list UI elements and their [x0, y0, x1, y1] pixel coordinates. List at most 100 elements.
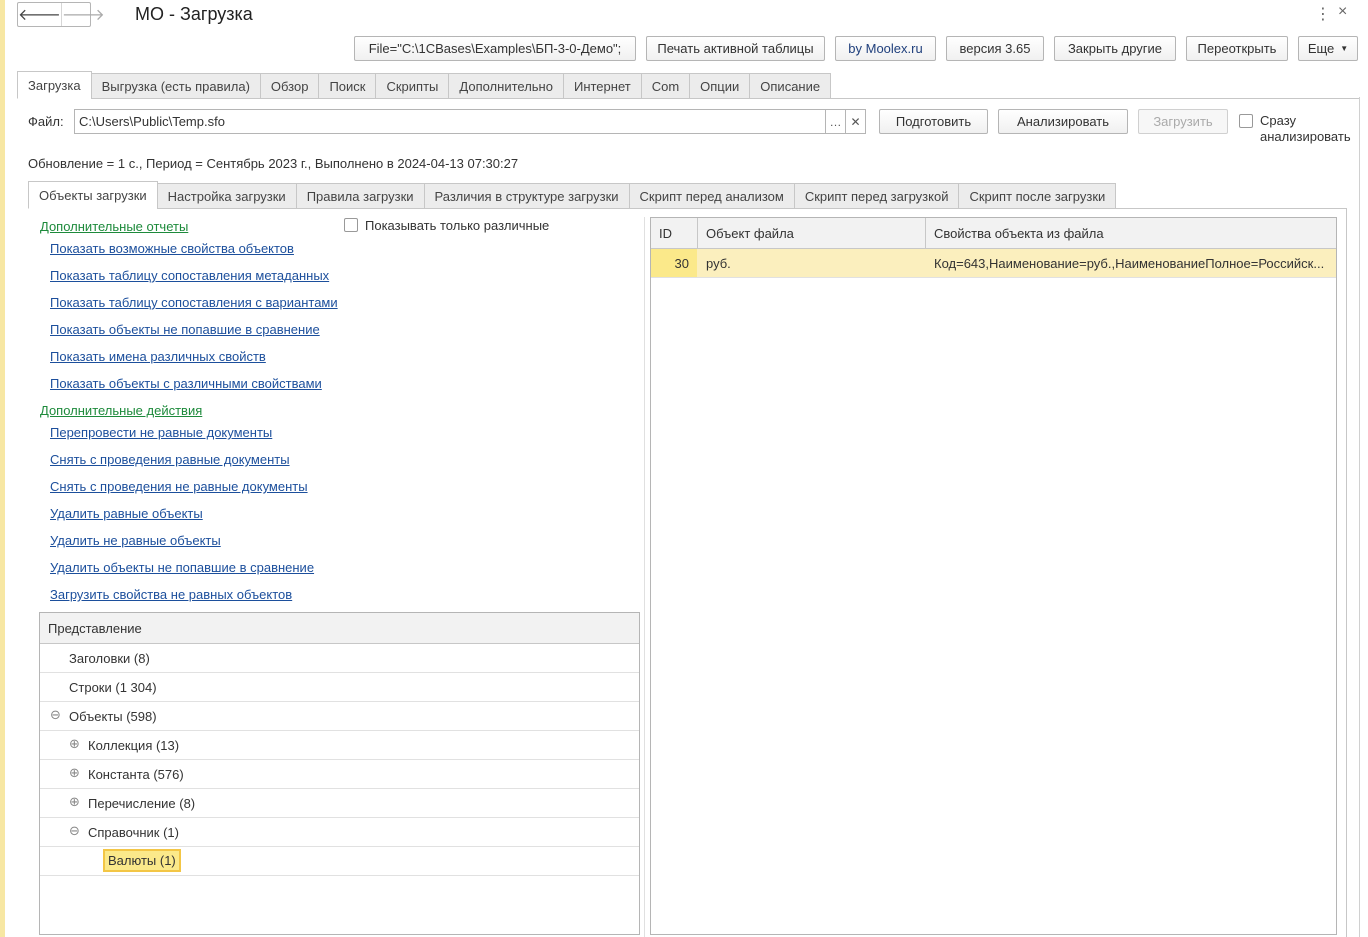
browse-ellipsis-icon[interactable]: … — [825, 109, 846, 134]
col-divider — [925, 218, 926, 248]
subtab-script-before-load[interactable]: Скрипт перед загрузкой — [794, 183, 960, 209]
sub-panel-right-border — [1346, 208, 1347, 937]
tab-overview[interactable]: Обзор — [260, 73, 320, 99]
load-button[interactable]: Загрузить — [1138, 109, 1228, 134]
connection-string-button[interactable]: File="C:\1CBases\Examples\БП-3-0-Демо"; — [354, 36, 636, 61]
report-link-diff-property-names[interactable]: Показать имена различных свойств — [50, 349, 266, 364]
tree-row-selected[interactable]: Валюты (1) — [40, 847, 639, 876]
subtab-script-after-load[interactable]: Скрипт после загрузки — [959, 183, 1117, 209]
action-link-delete-equal[interactable]: Удалить равные объекты — [50, 506, 203, 521]
expand-icon[interactable]: ⊕ — [69, 736, 80, 752]
nav-buttons: 🡐 🡒 — [17, 2, 105, 27]
subtab-structure-diff[interactable]: Различия в структуре загрузки — [424, 183, 630, 209]
report-link-mapping-variants[interactable]: Показать таблицу сопоставления с вариант… — [50, 295, 338, 310]
clear-field-icon[interactable]: ✕ — [845, 109, 866, 134]
tab-additional[interactable]: Дополнительно — [449, 73, 564, 99]
col-header-file-props[interactable]: Свойства объекта из файла — [934, 226, 1104, 241]
forward-arrow-icon[interactable]: 🡒 — [62, 3, 105, 26]
tab-description[interactable]: Описание — [750, 73, 832, 99]
subtab-load-rules[interactable]: Правила загрузки — [296, 183, 425, 209]
main-tabs-underline — [91, 98, 1359, 99]
tree-row[interactable]: ⊕ Константа (576) — [40, 760, 639, 789]
auto-analyze-label-line1: Сразу — [1260, 113, 1297, 128]
status-line: Обновление = 1 с., Период = Сентябрь 202… — [28, 156, 519, 171]
show-diff-only-checkbox[interactable] — [344, 218, 358, 232]
more-vertical-icon[interactable]: ⋮ — [1315, 4, 1331, 24]
print-active-table-button[interactable]: Печать активной таблицы — [646, 36, 825, 61]
back-arrow-icon[interactable]: 🡐 — [18, 3, 62, 26]
tab-scripts[interactable]: Скрипты — [376, 73, 450, 99]
col-divider — [697, 218, 698, 248]
expand-icon[interactable]: ⊕ — [69, 794, 80, 810]
action-link-unpost-unequal[interactable]: Снять с проведения не равные документы — [50, 479, 308, 494]
tab-export[interactable]: Выгрузка (есть правила) — [91, 73, 261, 99]
action-link-delete-unequal[interactable]: Удалить не равные объекты — [50, 533, 221, 548]
tab-options[interactable]: Опции — [690, 73, 751, 99]
expand-icon[interactable]: ⊕ — [69, 765, 80, 781]
sub-tabs-underline — [157, 208, 1347, 209]
action-link-repost-unequal[interactable]: Перепровести не равные документы — [50, 425, 272, 440]
dropdown-arrow-icon: ▼ — [1340, 44, 1349, 53]
version-button[interactable]: версия 3.65 — [946, 36, 1044, 61]
tab-internet[interactable]: Интернет — [563, 73, 642, 99]
auto-analyze-label: Сразу анализировать — [1260, 113, 1351, 145]
additional-reports-header[interactable]: Дополнительные отчеты — [40, 219, 188, 234]
subtab-load-settings[interactable]: Настройка загрузки — [157, 183, 297, 209]
tree-row-label: Константа (576) — [88, 767, 184, 782]
subtab-load-objects[interactable]: Объекты загрузки — [28, 181, 158, 209]
tree-row-label: Заголовки (8) — [69, 651, 150, 666]
auto-analyze-label-line2: анализировать — [1260, 129, 1351, 144]
tree-row-label: Валюты (1) — [103, 849, 181, 872]
action-link-load-unequal-props[interactable]: Загрузить свойства не равных объектов — [50, 587, 292, 602]
tree-header-label: Представление — [48, 621, 142, 636]
report-link-not-compared[interactable]: Показать объекты не попавшие в сравнение — [50, 322, 320, 337]
subtab-script-before-analysis[interactable]: Скрипт перед анализом — [629, 183, 795, 209]
cell-id: 30 — [674, 256, 689, 271]
main-tabs: Загрузка Выгрузка (есть правила) Обзор П… — [17, 71, 832, 99]
tab-load[interactable]: Загрузка — [17, 71, 92, 99]
tree-row-label: Строки (1 304) — [69, 680, 157, 695]
more-button-label: Еще — [1307, 41, 1335, 56]
action-link-delete-not-compared[interactable]: Удалить объекты не попавшие в сравнение — [50, 560, 314, 575]
more-button[interactable]: Еще ▼ — [1298, 36, 1358, 61]
close-icon[interactable]: × — [1338, 3, 1347, 21]
left-accent-stripe — [0, 0, 5, 937]
prepare-button[interactable]: Подготовить — [879, 109, 988, 134]
report-link-metadata-mapping[interactable]: Показать таблицу сопоставления метаданны… — [50, 268, 329, 283]
objects-grid: ID Объект файла Свойства объекта из файл… — [650, 217, 1337, 935]
file-path-input[interactable]: C:\Users\Public\Temp.sfo — [74, 109, 826, 134]
close-others-button[interactable]: Закрыть другие — [1054, 36, 1176, 61]
collapse-icon[interactable]: ⊖ — [50, 707, 61, 723]
tab-search[interactable]: Поиск — [319, 73, 377, 99]
action-link-unpost-equal[interactable]: Снять с проведения равные документы — [50, 452, 290, 467]
tree-row[interactable]: ⊖ Объекты (598) — [40, 702, 639, 731]
show-diff-only-label: Показывать только различные — [365, 218, 550, 233]
tree-row-label: Справочник (1) — [88, 825, 179, 840]
tree-row[interactable]: ⊖ Справочник (1) — [40, 818, 639, 847]
col-header-id[interactable]: ID — [659, 226, 672, 241]
report-link-possible-properties[interactable]: Показать возможные свойства объектов — [50, 241, 294, 256]
tree-row-label: Перечисление (8) — [88, 796, 196, 811]
tree-row-label: Объекты (598) — [69, 709, 157, 724]
report-link-objects-diff-props[interactable]: Показать объекты с различными свойствами — [50, 376, 322, 391]
auto-analyze-checkbox[interactable] — [1239, 114, 1253, 128]
col-header-file-object[interactable]: Объект файла — [706, 226, 794, 241]
window-title: МО - Загрузка — [135, 4, 253, 24]
tree-row[interactable]: Строки (1 304) — [40, 673, 639, 702]
tree-row-label: Коллекция (13) — [88, 738, 180, 753]
by-moolex-button[interactable]: by Moolex.ru — [835, 36, 936, 61]
additional-actions-header[interactable]: Дополнительные действия — [40, 403, 202, 418]
tree-row[interactable]: ⊕ Перечисление (8) — [40, 789, 639, 818]
cell-file-props: Код=643,Наименование=руб.,НаименованиеПо… — [934, 256, 1325, 271]
tree-row[interactable]: ⊕ Коллекция (13) — [40, 731, 639, 760]
collapse-icon[interactable]: ⊖ — [69, 823, 80, 839]
reopen-button[interactable]: Переоткрыть — [1186, 36, 1288, 61]
file-label: Файл: — [28, 114, 64, 129]
analyze-button[interactable]: Анализировать — [998, 109, 1128, 134]
tree-row[interactable]: Заголовки (8) — [40, 644, 639, 673]
panel-splitter[interactable] — [644, 217, 645, 937]
tab-com[interactable]: Com — [641, 73, 691, 99]
sub-tabs: Объекты загрузки Настройка загрузки Прав… — [28, 181, 1117, 209]
table-row[interactable]: 30 руб. Код=643,Наименование=руб.,Наимен… — [651, 249, 1336, 278]
tree-header: Представление — [40, 613, 639, 644]
